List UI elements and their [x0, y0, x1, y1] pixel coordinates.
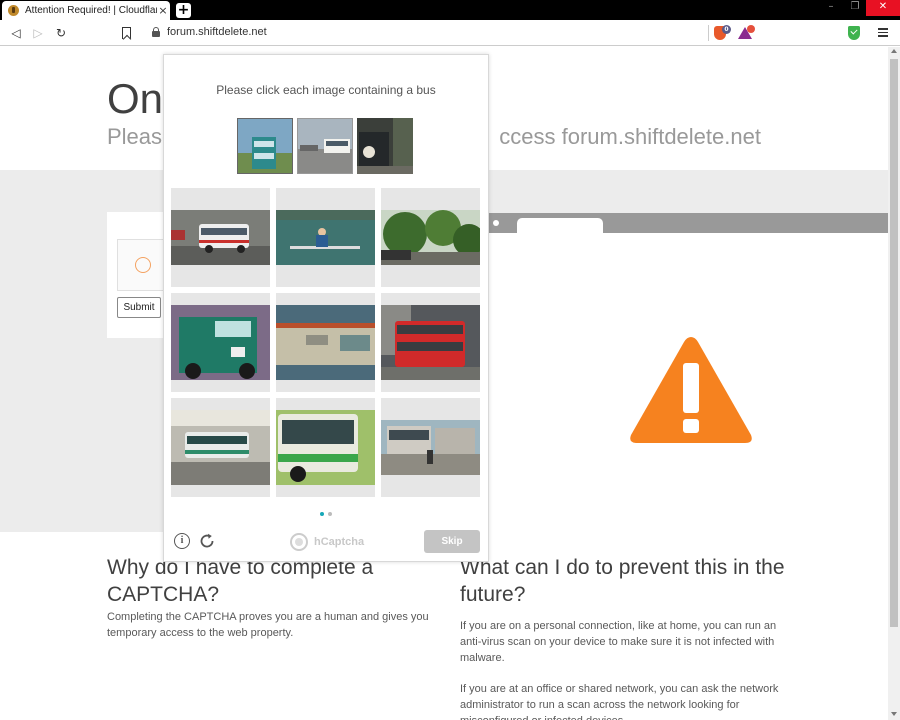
scroll-up-arrow-icon[interactable] [891, 49, 897, 53]
challenge-tile[interactable] [171, 398, 270, 497]
cloudflare-favicon-icon [8, 5, 19, 16]
browser-tab[interactable]: Attention Required! | Cloudflare × [2, 1, 170, 20]
window-minimize-button[interactable]: – [824, 0, 838, 14]
challenge-tile[interactable] [276, 293, 375, 392]
hcaptcha-logo-icon [290, 533, 308, 551]
browser-toolbar: ◁ ▷ ↻ forum.shiftdelete.net 0 [0, 20, 900, 46]
faq-right-title: What can I do to prevent this in the fut… [460, 556, 785, 606]
illustration-dot [493, 220, 499, 226]
reload-icon[interactable]: ↻ [53, 25, 69, 41]
challenge-tile[interactable] [381, 188, 480, 287]
tile-kayaker [276, 210, 375, 265]
extension-shield-icon[interactable] [848, 26, 860, 40]
info-icon[interactable]: i [174, 533, 190, 549]
example-image [297, 118, 353, 174]
challenge-tile[interactable] [171, 293, 270, 392]
back-arrow-icon[interactable]: ◁ [8, 25, 24, 41]
hcaptcha-challenge: Please click each image containing a bus [163, 54, 489, 562]
warning-icon [630, 337, 752, 443]
submit-button[interactable]: Submit [117, 297, 161, 318]
address-bar[interactable]: forum.shiftdelete.net [167, 26, 267, 38]
tile-green-white-bus [171, 410, 270, 485]
illustration-tab [517, 218, 603, 233]
tile-green-truck [171, 305, 270, 380]
challenge-prompt: Please click each image containing a bus [216, 83, 436, 97]
subtitle-right: ccess forum.shiftdelete.net [499, 124, 761, 149]
page-title: On [107, 75, 164, 122]
challenge-tile[interactable] [171, 188, 270, 287]
address-separator [708, 25, 709, 41]
refresh-icon[interactable] [198, 532, 216, 550]
tile-parked-coaches [381, 420, 480, 475]
lock-icon[interactable] [152, 27, 160, 37]
skip-button[interactable]: Skip [424, 530, 480, 553]
illustration-bar [487, 213, 888, 233]
scroll-thumb[interactable] [890, 59, 898, 627]
faq-right-body-1: If you are on a personal connection, lik… [460, 620, 777, 664]
tile-white-bus-street [171, 210, 270, 265]
example-bus-3 [357, 118, 413, 174]
scroll-down-arrow-icon[interactable] [891, 712, 897, 716]
page-indicator [328, 512, 332, 516]
faq-left-body: Completing the CAPTCHA proves you are a … [107, 611, 429, 639]
hcaptcha-brand: hCaptcha [314, 536, 365, 548]
tab-close-button[interactable]: × [157, 4, 169, 17]
challenge-tile[interactable] [381, 398, 480, 497]
tile-bus-closeup [276, 305, 375, 380]
forward-arrow-icon[interactable]: ▷ [30, 25, 46, 41]
tile-bus-front [276, 410, 375, 485]
tab-title: Attention Required! | Cloudflare [25, 5, 157, 16]
browser-illustration [487, 213, 888, 532]
faq-left-title: Why do I have to complete a CAPTCHA? [107, 556, 374, 606]
example-image [237, 118, 293, 174]
tile-red-double-decker [381, 305, 480, 380]
hamburger-menu-icon[interactable] [878, 26, 888, 38]
challenge-tile[interactable] [276, 188, 375, 287]
new-tab-button[interactable]: + [176, 3, 191, 18]
challenge-tile[interactable] [381, 293, 480, 392]
challenge-tile[interactable] [276, 398, 375, 497]
faq-right-body-2: If you are at an office or shared networ… [460, 683, 779, 720]
rewards-badge [747, 25, 755, 33]
page-indicator-active [320, 512, 324, 516]
vertical-scrollbar[interactable] [888, 47, 900, 720]
tile-trees-road [381, 210, 480, 265]
window-maximize-button[interactable]: ❐ [848, 0, 862, 14]
bookmark-icon[interactable] [122, 27, 131, 39]
captcha-loading-icon [135, 257, 151, 273]
window-close-button[interactable]: ✕ [866, 0, 900, 16]
example-bus-1 [238, 119, 292, 173]
example-bus-2 [298, 119, 352, 173]
brave-shields-badge: 0 [722, 25, 731, 34]
tab-bar: Attention Required! | Cloudflare × + – ❐… [0, 0, 900, 20]
example-image [357, 118, 413, 174]
